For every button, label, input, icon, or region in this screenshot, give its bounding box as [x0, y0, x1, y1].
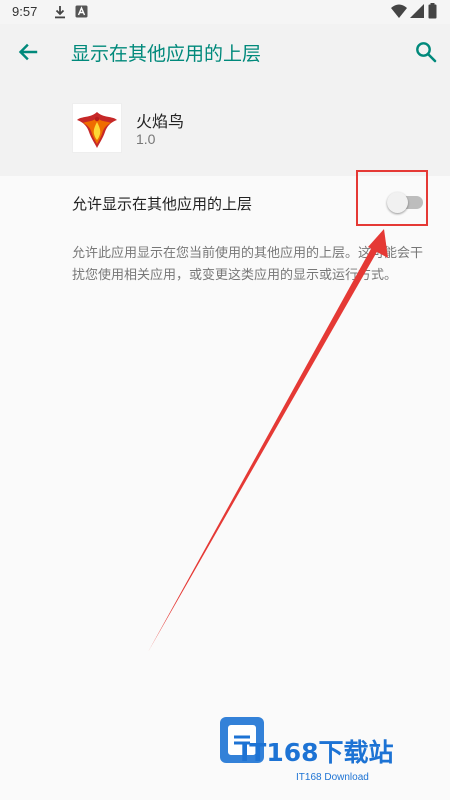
app-bar: 显示在其他应用的上层	[0, 24, 450, 80]
setting-description: 允许此应用显示在您当前使用的其他应用的上层。这可能会干扰您使用相关应用，或变更这…	[72, 246, 424, 283]
phoenix-app-icon	[72, 103, 122, 153]
watermark-brand: IT168下载站	[240, 738, 394, 767]
watermark-subtitle: IT168 Download	[296, 772, 369, 783]
wifi-icon	[391, 4, 407, 18]
a-badge-icon	[75, 5, 88, 18]
annotation-highlight-box	[356, 170, 428, 226]
page-title: 显示在其他应用的上层	[71, 43, 262, 65]
app-info-header	[0, 80, 450, 176]
app-name: 火焰鸟	[136, 112, 185, 131]
search-icon[interactable]	[412, 38, 440, 66]
arrow-back-icon[interactable]	[14, 38, 42, 66]
setting-label: 允许显示在其他应用的上层	[72, 195, 253, 213]
signal-icon	[410, 4, 424, 18]
status-time: 9:57	[12, 4, 38, 19]
app-version: 1.0	[136, 131, 156, 147]
battery-icon	[428, 3, 437, 19]
status-bar: 9:57	[0, 0, 450, 24]
download-icon	[55, 6, 65, 19]
